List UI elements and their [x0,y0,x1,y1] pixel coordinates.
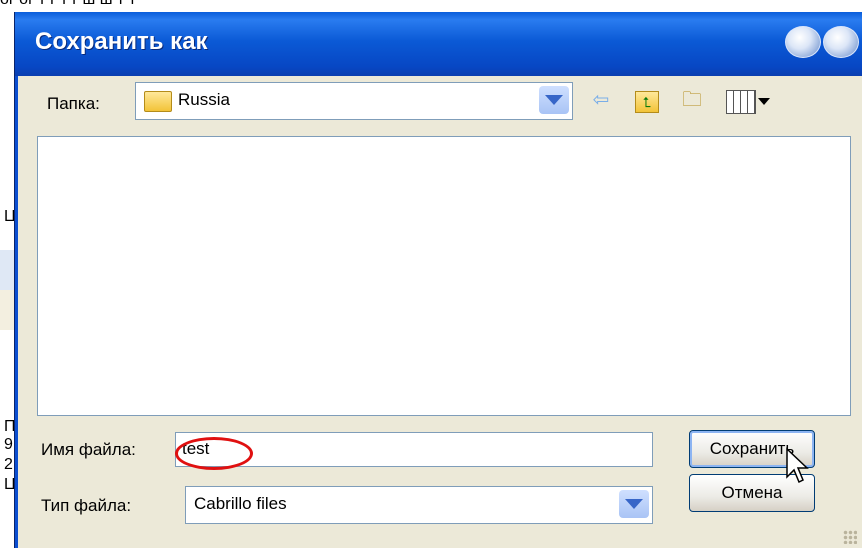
mouse-cursor-icon [786,447,809,484]
up-folder-icon[interactable]: ⮤ [635,91,659,113]
close-button[interactable] [823,26,859,58]
resize-grip[interactable] [843,530,857,544]
filetype-label: Тип файла: [41,496,132,515]
help-button[interactable] [785,26,821,58]
folder-value: Russia [178,90,230,109]
back-icon[interactable]: ⇦ [588,87,614,113]
view-menu-icon[interactable] [726,90,756,114]
dialog-titlebar[interactable]: Сохранить как [15,12,862,76]
background-char: 9 [4,436,13,453]
save-as-dialog: Сохранить как Папка: Russia ⇦ ⮤ 🗀 Имя фа… [14,12,862,548]
folder-dropdown-button[interactable] [539,86,569,114]
view-menu-arrow-icon[interactable] [758,98,770,105]
chevron-down-icon [625,499,643,509]
highlight-annotation [175,437,253,470]
background-strip [0,290,14,330]
background-char: 2 [4,456,13,473]
chevron-down-icon [545,95,563,105]
dialog-title: Сохранить как [35,28,208,55]
filename-label: Имя файла: [41,440,136,459]
folder-icon [144,91,172,112]
filetype-dropdown-button[interactable] [619,490,649,518]
folder-combo[interactable]: Russia [135,82,573,120]
background-strip [0,250,14,290]
new-folder-icon[interactable]: 🗀 [679,87,705,113]
folder-label: Папка: [47,94,100,113]
filetype-combo[interactable]: Cabrillo files [185,486,653,524]
background-window-text: ог ог т г т г ш ш т т [0,0,136,9]
file-list[interactable] [37,136,851,416]
filetype-value: Cabrillo files [194,494,287,513]
title-buttons [783,26,862,60]
